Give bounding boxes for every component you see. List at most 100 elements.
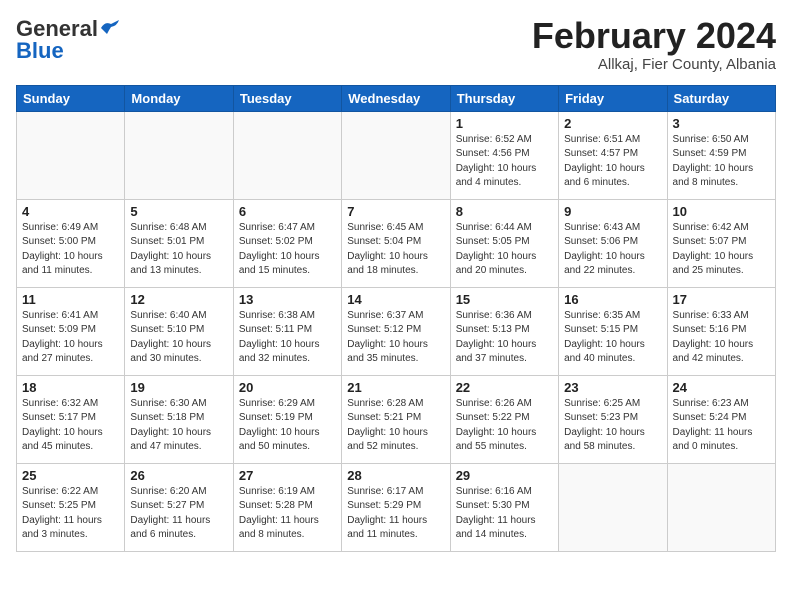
day-number: 1 — [456, 116, 553, 131]
day-number: 8 — [456, 204, 553, 219]
day-number: 24 — [673, 380, 770, 395]
day-info: Sunrise: 6:33 AM Sunset: 5:16 PM Dayligh… — [673, 309, 770, 367]
day-info: Sunrise: 6:16 AM Sunset: 5:30 PM Dayligh… — [456, 485, 553, 543]
calendar-day-10: 10 Sunrise: 6:42 AM Sunset: 5:07 PM Dayli… — [667, 199, 775, 287]
day-info: Sunrise: 6:43 AM Sunset: 5:06 PM Dayligh… — [564, 221, 661, 279]
calendar-week-row: 4 Sunrise: 6:49 AM Sunset: 5:00 PM Daylig… — [17, 199, 776, 287]
day-number: 20 — [239, 380, 336, 395]
calendar-day-26: 26 Sunrise: 6:20 AM Sunset: 5:27 PM Dayli… — [125, 463, 233, 551]
day-number: 27 — [239, 468, 336, 483]
month-title: February 2024 — [532, 16, 776, 56]
calendar-day-empty — [342, 111, 450, 199]
day-number: 29 — [456, 468, 553, 483]
location-subtitle: Allkaj, Fier County, Albania — [532, 56, 776, 73]
weekday-header-friday: Friday — [559, 85, 667, 111]
day-info: Sunrise: 6:17 AM Sunset: 5:29 PM Dayligh… — [347, 485, 444, 543]
logo: General Blue — [16, 16, 121, 64]
day-number: 7 — [347, 204, 444, 219]
day-number: 11 — [22, 292, 119, 307]
day-info: Sunrise: 6:40 AM Sunset: 5:10 PM Dayligh… — [130, 309, 227, 367]
page-header: General Blue February 2024 Allkaj, Fier … — [16, 16, 776, 73]
day-number: 18 — [22, 380, 119, 395]
day-number: 5 — [130, 204, 227, 219]
day-info: Sunrise: 6:47 AM Sunset: 5:02 PM Dayligh… — [239, 221, 336, 279]
calendar-day-23: 23Sunrise: 6:25 AM Sunset: 5:23 PM Dayli… — [559, 375, 667, 463]
calendar-day-13: 13 Sunrise: 6:38 AM Sunset: 5:11 PM Dayli… — [233, 287, 341, 375]
calendar-day-empty — [233, 111, 341, 199]
weekday-header-sunday: Sunday — [17, 85, 125, 111]
calendar-day-6: 6 Sunrise: 6:47 AM Sunset: 5:02 PM Daylig… — [233, 199, 341, 287]
day-number: 15 — [456, 292, 553, 307]
calendar-week-row: 11Sunrise: 6:41 AM Sunset: 5:09 PM Dayli… — [17, 287, 776, 375]
calendar-day-20: 20 Sunrise: 6:29 AM Sunset: 5:19 PM Dayli… — [233, 375, 341, 463]
calendar-day-12: 12 Sunrise: 6:40 AM Sunset: 5:10 PM Dayli… — [125, 287, 233, 375]
calendar-day-25: 25 Sunrise: 6:22 AM Sunset: 5:25 PM Dayli… — [17, 463, 125, 551]
day-info: Sunrise: 6:30 AM Sunset: 5:18 PM Dayligh… — [130, 397, 227, 455]
day-number: 2 — [564, 116, 661, 131]
day-number: 21 — [347, 380, 444, 395]
calendar-day-1: 1Sunrise: 6:52 AM Sunset: 4:56 PM Daylig… — [450, 111, 558, 199]
day-number: 19 — [130, 380, 227, 395]
day-info: Sunrise: 6:38 AM Sunset: 5:11 PM Dayligh… — [239, 309, 336, 367]
calendar-table: SundayMondayTuesdayWednesdayThursdayFrid… — [16, 85, 776, 552]
calendar-day-empty — [17, 111, 125, 199]
day-info: Sunrise: 6:22 AM Sunset: 5:25 PM Dayligh… — [22, 485, 119, 543]
day-number: 28 — [347, 468, 444, 483]
day-info: Sunrise: 6:42 AM Sunset: 5:07 PM Dayligh… — [673, 221, 770, 279]
day-info: Sunrise: 6:50 AM Sunset: 4:59 PM Dayligh… — [673, 133, 770, 191]
logo-blue: Blue — [16, 38, 64, 64]
calendar-day-29: 29 Sunrise: 6:16 AM Sunset: 5:30 PM Dayli… — [450, 463, 558, 551]
calendar-day-4: 4 Sunrise: 6:49 AM Sunset: 5:00 PM Daylig… — [17, 199, 125, 287]
calendar-day-18: 18 Sunrise: 6:32 AM Sunset: 5:17 PM Dayli… — [17, 375, 125, 463]
calendar-day-16: 16 Sunrise: 6:35 AM Sunset: 5:15 PM Dayli… — [559, 287, 667, 375]
day-info: Sunrise: 6:20 AM Sunset: 5:27 PM Dayligh… — [130, 485, 227, 543]
day-info: Sunrise: 6:36 AM Sunset: 5:13 PM Dayligh… — [456, 309, 553, 367]
day-number: 4 — [22, 204, 119, 219]
day-number: 10 — [673, 204, 770, 219]
day-number: 26 — [130, 468, 227, 483]
calendar-day-empty — [125, 111, 233, 199]
title-area: February 2024 Allkaj, Fier County, Alban… — [532, 16, 776, 73]
calendar-day-5: 5 Sunrise: 6:48 AM Sunset: 5:01 PM Daylig… — [125, 199, 233, 287]
day-info: Sunrise: 6:26 AM Sunset: 5:22 PM Dayligh… — [456, 397, 553, 455]
calendar-day-empty — [667, 463, 775, 551]
calendar-day-19: 19 Sunrise: 6:30 AM Sunset: 5:18 PM Dayli… — [125, 375, 233, 463]
day-info: Sunrise: 6:35 AM Sunset: 5:15 PM Dayligh… — [564, 309, 661, 367]
day-info: Sunrise: 6:23 AM Sunset: 5:24 PM Dayligh… — [673, 397, 770, 455]
weekday-header-row: SundayMondayTuesdayWednesdayThursdayFrid… — [17, 85, 776, 111]
day-info: Sunrise: 6:37 AM Sunset: 5:12 PM Dayligh… — [347, 309, 444, 367]
calendar-day-empty — [559, 463, 667, 551]
calendar-day-9: 9 Sunrise: 6:43 AM Sunset: 5:06 PM Daylig… — [559, 199, 667, 287]
calendar-day-28: 28 Sunrise: 6:17 AM Sunset: 5:29 PM Dayli… — [342, 463, 450, 551]
day-info: Sunrise: 6:45 AM Sunset: 5:04 PM Dayligh… — [347, 221, 444, 279]
calendar-day-24: 24 Sunrise: 6:23 AM Sunset: 5:24 PM Dayli… — [667, 375, 775, 463]
calendar-day-17: 17 Sunrise: 6:33 AM Sunset: 5:16 PM Dayli… — [667, 287, 775, 375]
day-number: 14 — [347, 292, 444, 307]
day-info: Sunrise: 6:29 AM Sunset: 5:19 PM Dayligh… — [239, 397, 336, 455]
calendar-day-21: 21Sunrise: 6:28 AM Sunset: 5:21 PM Dayli… — [342, 375, 450, 463]
day-number: 13 — [239, 292, 336, 307]
logo-bird-icon — [99, 20, 121, 36]
day-number: 22 — [456, 380, 553, 395]
day-number: 16 — [564, 292, 661, 307]
day-info: Sunrise: 6:19 AM Sunset: 5:28 PM Dayligh… — [239, 485, 336, 543]
weekday-header-saturday: Saturday — [667, 85, 775, 111]
day-info: Sunrise: 6:51 AM Sunset: 4:57 PM Dayligh… — [564, 133, 661, 191]
calendar-day-8: 8Sunrise: 6:44 AM Sunset: 5:05 PM Daylig… — [450, 199, 558, 287]
calendar-week-row: 25 Sunrise: 6:22 AM Sunset: 5:25 PM Dayli… — [17, 463, 776, 551]
day-info: Sunrise: 6:48 AM Sunset: 5:01 PM Dayligh… — [130, 221, 227, 279]
day-number: 9 — [564, 204, 661, 219]
day-number: 25 — [22, 468, 119, 483]
calendar-day-27: 27 Sunrise: 6:19 AM Sunset: 5:28 PM Dayli… — [233, 463, 341, 551]
weekday-header-thursday: Thursday — [450, 85, 558, 111]
calendar-week-row: 1Sunrise: 6:52 AM Sunset: 4:56 PM Daylig… — [17, 111, 776, 199]
calendar-day-11: 11Sunrise: 6:41 AM Sunset: 5:09 PM Dayli… — [17, 287, 125, 375]
day-info: Sunrise: 6:32 AM Sunset: 5:17 PM Dayligh… — [22, 397, 119, 455]
calendar-day-14: 14 Sunrise: 6:37 AM Sunset: 5:12 PM Dayli… — [342, 287, 450, 375]
calendar-day-15: 15 Sunrise: 6:36 AM Sunset: 5:13 PM Dayli… — [450, 287, 558, 375]
day-number: 6 — [239, 204, 336, 219]
day-number: 17 — [673, 292, 770, 307]
day-info: Sunrise: 6:49 AM Sunset: 5:00 PM Dayligh… — [22, 221, 119, 279]
day-number: 12 — [130, 292, 227, 307]
calendar-day-3: 3Sunrise: 6:50 AM Sunset: 4:59 PM Daylig… — [667, 111, 775, 199]
